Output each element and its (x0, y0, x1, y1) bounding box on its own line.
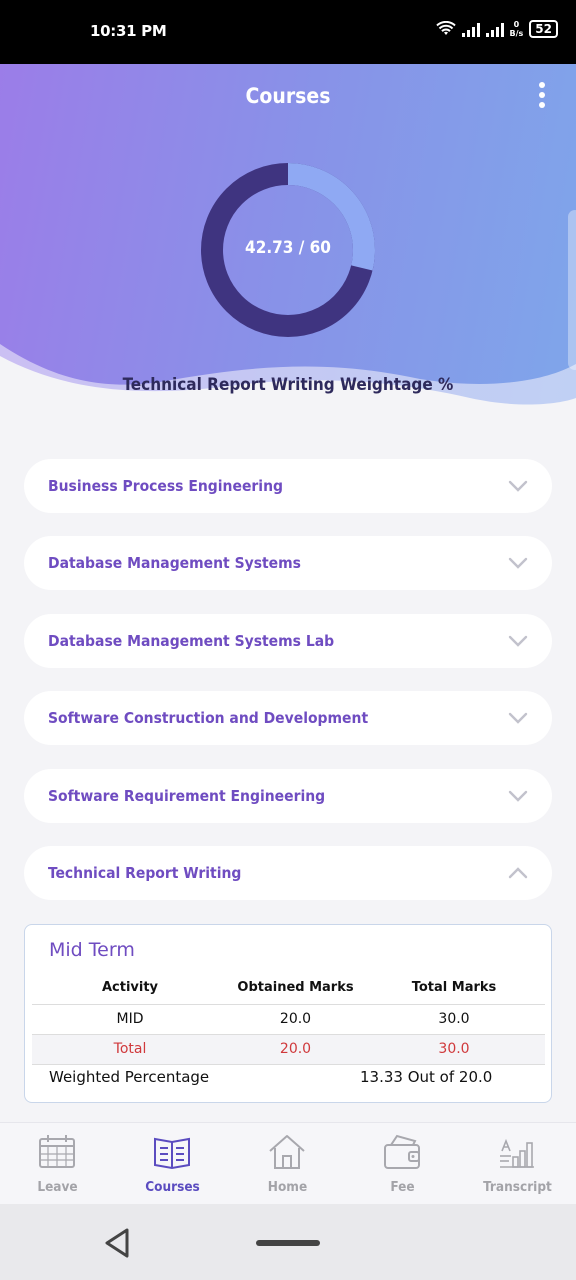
course-item-technical-report-writing[interactable]: Technical Report Writing (24, 846, 552, 900)
nav-label: Fee (390, 1179, 415, 1195)
column-header: Total Marks (363, 972, 545, 1005)
table-header-row: Activity Obtained Marks Total Marks (32, 972, 545, 1005)
system-nav-bar (0, 1204, 576, 1280)
donut-value: 42.73 / 60 (245, 238, 331, 258)
nav-label: Transcript (483, 1179, 552, 1195)
book-icon (154, 1137, 190, 1170)
course-name: Software Requirement Engineering (48, 787, 326, 805)
home-gesture-bar[interactable] (256, 1240, 320, 1246)
status-bar: 10:31 PM 0 B/s 52 (0, 0, 576, 64)
status-icons: 0 B/s 52 (435, 20, 558, 38)
status-time: 10:31 PM (90, 22, 167, 40)
battery-icon: 52 (529, 20, 558, 38)
cell-activity: MID (32, 1004, 228, 1035)
chevron-down-icon[interactable] (508, 557, 528, 569)
cell-activity: Total (32, 1034, 228, 1065)
course-item-business-process-engineering[interactable]: Business Process Engineering (24, 459, 552, 513)
nav-item-leave[interactable]: Leave (0, 1123, 115, 1205)
courses-header: Courses 42.73 / 60 Technical Report Writ… (0, 64, 576, 430)
chevron-down-icon[interactable] (508, 712, 528, 724)
course-detail-card: Mid Term Activity Obtained Marks Total M… (24, 924, 552, 1103)
cell-obtained: 20.0 (228, 1034, 363, 1065)
signal-icon-2 (485, 21, 504, 37)
chevron-up-icon[interactable] (508, 867, 528, 879)
nav-item-fee[interactable]: Fee (345, 1123, 460, 1205)
course-item-database-management-systems[interactable]: Database Management Systems (24, 536, 552, 590)
cell-total: 30.0 (363, 1004, 545, 1035)
calendar-icon (39, 1135, 75, 1168)
nav-label: Courses (145, 1179, 200, 1195)
course-item-database-management-systems-lab[interactable]: Database Management Systems Lab (24, 614, 552, 668)
marks-table: Activity Obtained Marks Total Marks MID … (32, 972, 545, 1065)
wifi-icon (435, 21, 456, 35)
chevron-down-icon[interactable] (508, 790, 528, 802)
course-name: Database Management Systems Lab (48, 632, 335, 650)
table-row: MID 20.0 30.0 (32, 1004, 545, 1035)
course-name: Technical Report Writing (48, 864, 242, 882)
table-row-total: Total 20.0 30.0 (32, 1034, 545, 1065)
side-drawer-handle[interactable] (568, 210, 576, 370)
nav-label: Leave (37, 1179, 78, 1195)
cell-total: 30.0 (363, 1034, 545, 1065)
nav-item-transcript[interactable]: Transcript (460, 1123, 575, 1205)
net-speed-value: 0 (513, 20, 520, 29)
page-title: Courses (245, 84, 331, 108)
transcript-chart-icon (500, 1138, 534, 1168)
bottom-navigation: Leave Courses Home Fee Transcript (0, 1122, 576, 1204)
net-speed: 0 B/s (510, 20, 524, 38)
column-header: Obtained Marks (228, 972, 363, 1005)
weighted-label: Weighted Percentage (49, 1068, 210, 1086)
weightage-subtitle: Technical Report Writing Weightage % (122, 375, 454, 395)
signal-icon-1 (461, 21, 480, 37)
back-icon[interactable] (103, 1227, 131, 1259)
course-name: Software Construction and Development (48, 709, 369, 727)
home-icon (269, 1135, 305, 1169)
nav-item-courses[interactable]: Courses (115, 1123, 230, 1205)
nav-label: Home (267, 1179, 308, 1195)
weighted-percentage-row: Weighted Percentage 13.33 Out of 20.0 (49, 1068, 529, 1086)
course-item-software-construction-and-development[interactable]: Software Construction and Development (24, 691, 552, 745)
chevron-down-icon[interactable] (508, 635, 528, 647)
net-speed-unit: B/s (509, 29, 524, 38)
course-name: Database Management Systems (48, 554, 301, 572)
column-header: Activity (32, 972, 228, 1005)
wallet-icon (384, 1134, 420, 1169)
course-item-software-requirement-engineering[interactable]: Software Requirement Engineering (24, 769, 552, 823)
nav-item-home[interactable]: Home (230, 1123, 345, 1205)
more-options-icon[interactable] (536, 82, 548, 112)
chevron-down-icon[interactable] (508, 480, 528, 492)
cell-obtained: 20.0 (228, 1004, 363, 1035)
section-title: Mid Term (49, 939, 135, 961)
course-name: Business Process Engineering (48, 477, 283, 495)
weighted-value: 13.33 Out of 20.0 (360, 1068, 493, 1086)
